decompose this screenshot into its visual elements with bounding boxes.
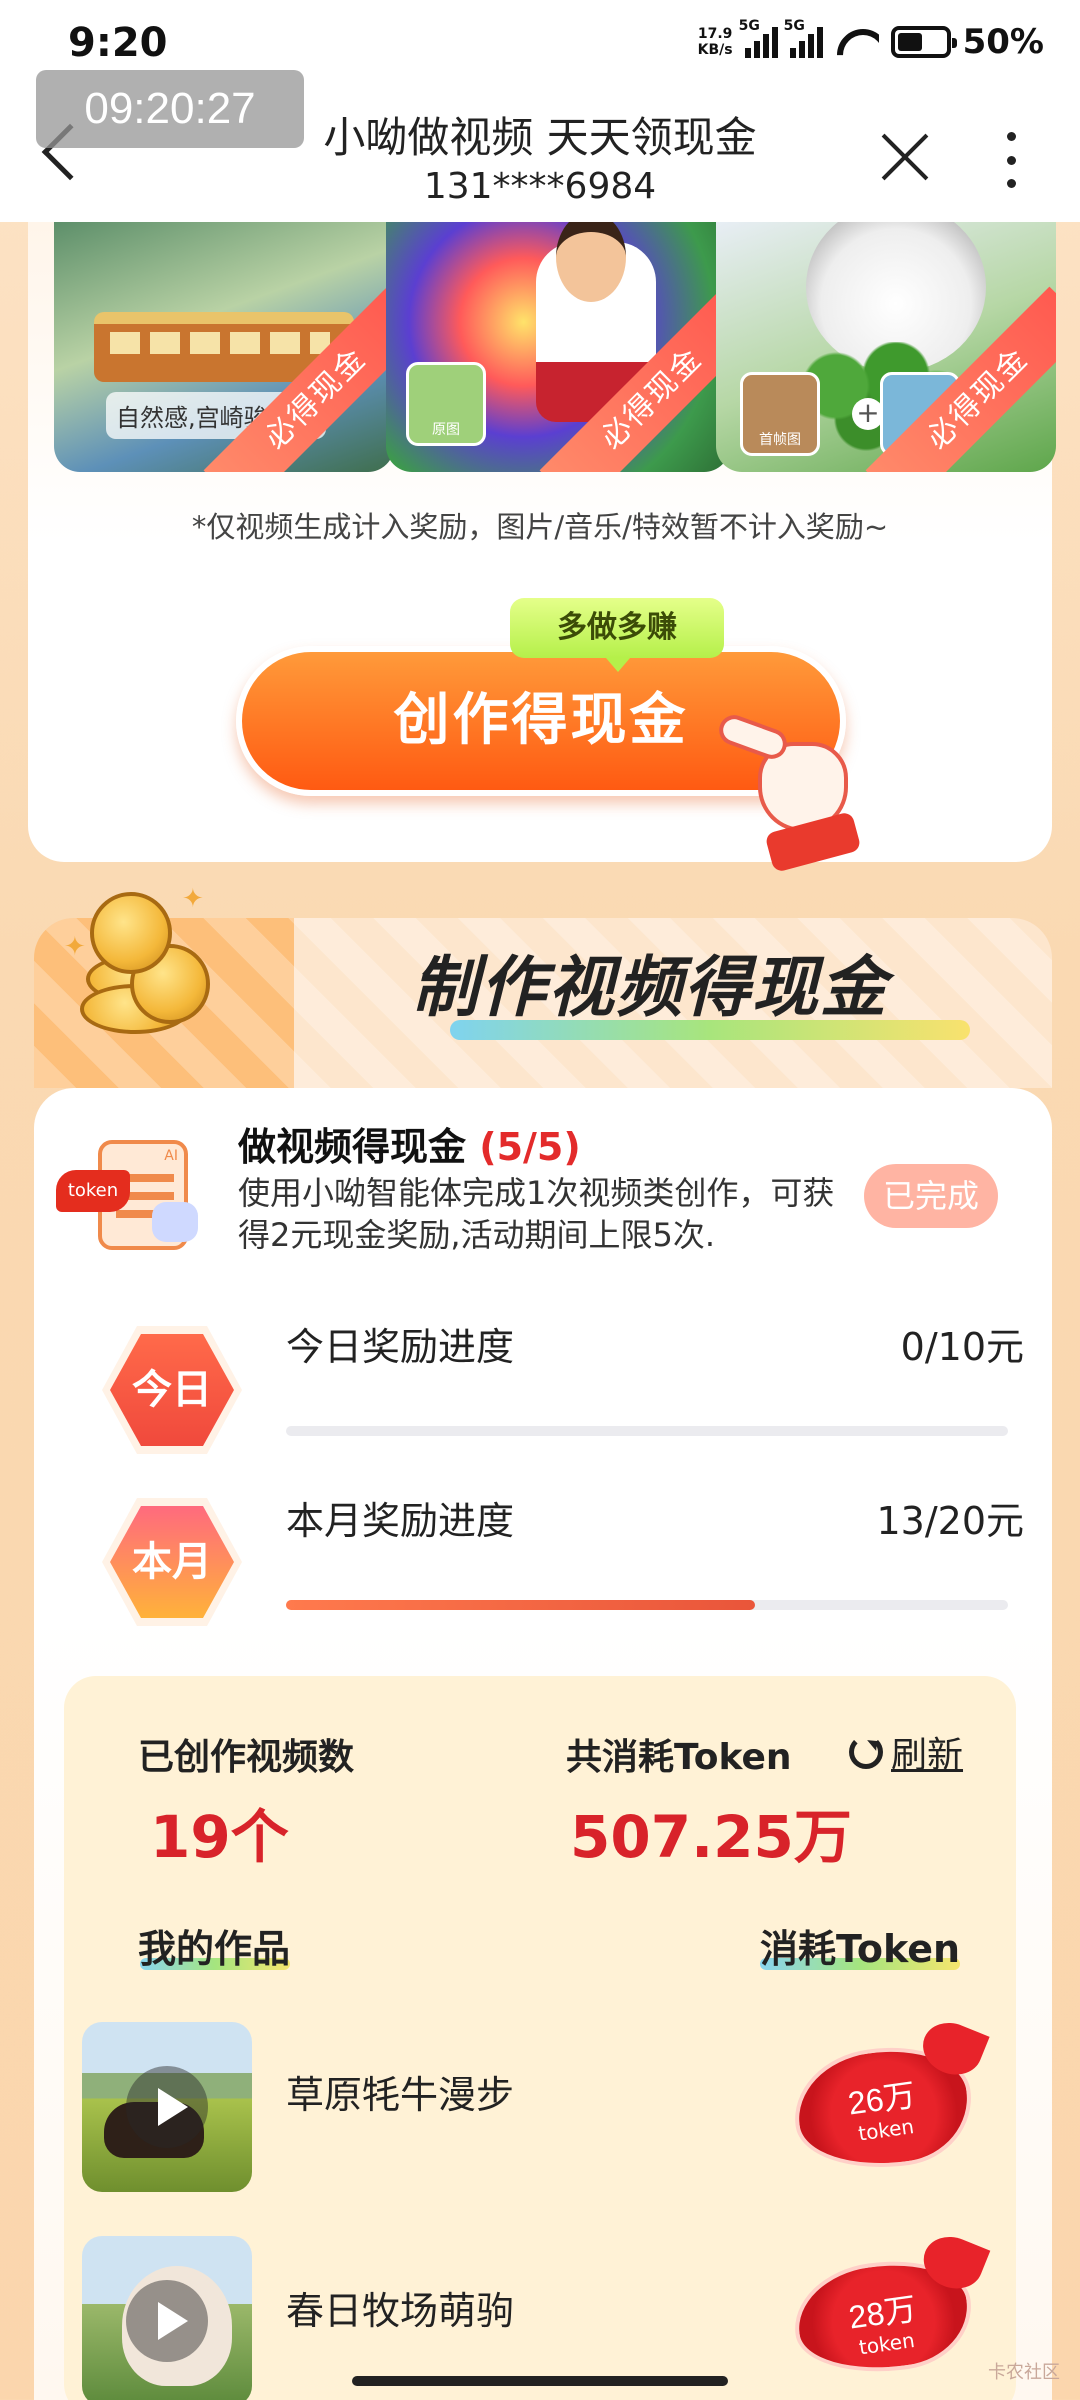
network-speed: 17.9 KB/s	[697, 26, 733, 58]
source-image-thumb: 原图	[406, 362, 486, 446]
cta-tag: 多做多赚	[510, 598, 724, 672]
my-works-heading: 我的作品	[138, 1927, 291, 1971]
work-title[interactable]: 春日牧场萌驹	[286, 2280, 514, 2335]
month-progress-label: 本月奖励进度	[286, 1499, 515, 1543]
example-thumb[interactable]: 首帧图 + 尾帧 必得现金	[716, 222, 1056, 472]
signal-icon: 5G	[784, 18, 823, 58]
refresh-button[interactable]: 刷新	[849, 1726, 963, 1778]
battery-level: 50%	[962, 22, 1044, 62]
task-count: (5/5)	[479, 1125, 581, 1169]
status-indicators: 17.9 KB/s 5G 5G 50%	[697, 18, 1044, 62]
task-icon: AI token	[56, 1130, 206, 1260]
page-title: 小呦做视频 天天领现金	[323, 113, 757, 162]
today-progress-label: 今日奖励进度	[286, 1325, 515, 1369]
refresh-icon	[849, 1735, 883, 1769]
task-title: 做视频得现金 (5/5)	[238, 1125, 581, 1169]
videos-count-value: 19个	[150, 1803, 289, 1871]
wifi-icon	[835, 25, 879, 59]
pointing-hand-icon	[714, 710, 862, 873]
month-progress-fill	[286, 1600, 756, 1610]
overlay-timestamp: 09:20:27	[36, 70, 304, 148]
example-thumb[interactable]: 原图 必得现金	[386, 222, 730, 472]
robot-icon	[152, 1202, 198, 1242]
home-indicator[interactable]	[352, 2376, 728, 2386]
coins-icon: ✦ ✦	[64, 884, 220, 1044]
month-progress-bar	[286, 1600, 1008, 1610]
videos-count-label: 已创作视频数	[138, 1737, 355, 1778]
battery-icon	[890, 26, 957, 58]
example-thumb[interactable]: 自然感,宫崎骏风格 必得现金	[54, 222, 394, 472]
token-total-label: 共消耗Token	[566, 1737, 792, 1778]
token-icon: token	[56, 1170, 130, 1212]
token-total-value: 507.25万	[570, 1803, 852, 1871]
work-title[interactable]: 草原牦牛漫步	[286, 2064, 514, 2119]
work-thumbnail[interactable]	[82, 2236, 252, 2400]
task-description: 使用小呦智能体完成1次视频类创作，可获得2元现金奖励,活动期间上限5次.	[238, 1174, 835, 1254]
task-completed-button[interactable]: 已完成	[864, 1164, 998, 1228]
first-frame-thumb: 首帧图	[740, 372, 820, 456]
examples-card: 自然感,宫崎骏风格 必得现金 原图 必得现金 首帧图 + 尾帧 必得现金 *仅视…	[28, 222, 1056, 873]
more-menu-icon[interactable]	[1006, 132, 1016, 188]
month-progress-value: 13/20元	[876, 1499, 1024, 1543]
status-time: 9:20	[68, 20, 168, 66]
work-thumbnail[interactable]	[82, 2022, 252, 2192]
today-progress-value: 0/10元	[900, 1325, 1024, 1369]
reward-note: *仅视频生成计入奖励，图片/音乐/特效暂不计入奖励~	[191, 510, 889, 544]
today-progress-bar	[286, 1426, 1008, 1436]
signal-icon: 5G	[739, 18, 778, 58]
watermark: 卡农社区	[988, 2362, 1060, 2383]
section-title: 制作视频得现金	[412, 949, 888, 1026]
account-number: 131****6984	[423, 166, 657, 207]
play-icon[interactable]	[126, 2280, 208, 2362]
play-icon[interactable]	[126, 2066, 208, 2148]
token-cost-heading: 消耗Token	[760, 1927, 961, 1971]
close-icon[interactable]	[880, 132, 930, 182]
